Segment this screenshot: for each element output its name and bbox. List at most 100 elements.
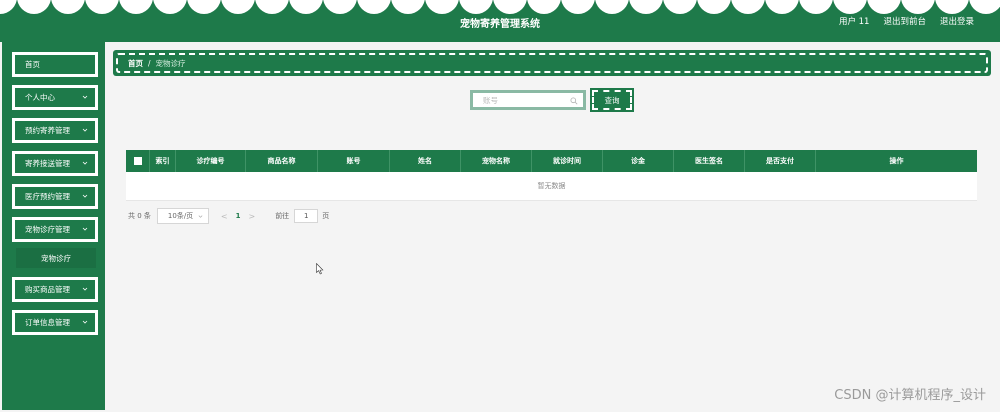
column-header: 索引 [150,150,176,172]
breadcrumb-separator: / [148,58,151,68]
chevron-down-icon [82,95,88,99]
column-header: 姓名 [390,150,461,172]
page-suffix: 页 [322,212,330,220]
sidebar-item-orders[interactable]: 订单信息管理 [12,310,98,335]
scallop-shape [85,0,119,14]
scallop-shape [0,0,17,14]
column-header: 是否支付 [745,150,816,172]
scallop-shape [765,0,799,14]
scallop-shape [833,0,867,14]
chevron-down-icon [198,215,203,218]
prev-page-button[interactable]: < [221,212,228,221]
sidebar-item-boarding-transfer[interactable]: 寄养接送管理 [12,151,98,176]
breadcrumb-current: 宠物诊疗 [155,58,186,68]
breadcrumb-inner: 首页 / 宠物诊疗 [116,53,988,73]
sidebar-item-label: 宠物诊疗管理 [25,225,70,234]
app-window: 宠物寄养管理系统 用户 11 退出到前台 退出登录 首页 个人中心 预约寄养管理… [0,0,1000,412]
scallop-shape [153,0,187,14]
column-header: 商品名称 [246,150,318,172]
scallop-shape [357,0,391,14]
page-number[interactable]: 1 [236,212,241,220]
search-box [470,90,586,110]
table-header: 索引 诊疗编号 商品名称 账号 姓名 宠物名称 就诊时间 诊金 医生签名 是否支… [126,150,977,172]
chevron-down-icon [82,287,88,291]
sidebar-item-home[interactable]: 首页 [12,52,98,77]
column-header: 诊疗编号 [176,150,246,172]
sidebar-item-label: 医疗预约管理 [25,192,70,201]
sidebar-item-medical-booking[interactable]: 医疗预约管理 [12,184,98,209]
chevron-down-icon [82,227,88,231]
sidebar-item-boarding-booking[interactable]: 预约寄养管理 [12,118,98,143]
scallop-shape [187,0,221,14]
scallop-shape [901,0,935,14]
scallop-shape [969,0,1000,14]
sidebar-item-label: 购买商品管理 [25,285,70,294]
scallop-shape [935,0,969,14]
scallop-shape [527,0,561,14]
chevron-down-icon [82,320,88,324]
column-header: 就诊时间 [532,150,603,172]
select-all-checkbox[interactable] [133,157,142,165]
chevron-down-icon [82,128,88,132]
scallop-shape [391,0,425,14]
scallop-shape [731,0,765,14]
column-header: 医生签名 [674,150,745,172]
sidebar-item-label: 寄养接送管理 [25,159,70,168]
table-empty-row: 暂无数据 [126,172,977,201]
sidebar-item-pet-treatment[interactable]: 宠物诊疗管理 [12,217,98,242]
scallop-shape [119,0,153,14]
top-header: 宠物寄养管理系统 用户 11 退出到前台 退出登录 [0,0,1000,42]
pagination-total: 共 0 条 [128,212,151,220]
sidebar-subitem-pet-treatment[interactable]: 宠物诊疗 [16,248,96,268]
page-size-value: 10条/页 [167,212,194,220]
scallop-shape [425,0,459,14]
watermark: CSDN @计算机程序_设计 [834,388,986,403]
scallop-shape [17,0,51,14]
pagination: 共 0 条 10条/页 < 1 > 前往 1 页 [128,208,329,224]
sidebar-item-label: 订单信息管理 [25,318,70,327]
search-input[interactable] [483,95,575,105]
sidebar-item-label: 首页 [25,60,40,69]
query-button[interactable]: 查询 [590,88,634,112]
user-label[interactable]: 用户 11 [839,15,870,27]
column-header: 宠物名称 [461,150,532,172]
chevron-down-icon [82,161,88,165]
empty-text: 暂无数据 [537,182,566,190]
scallop-shape [697,0,731,14]
scallop-shape [629,0,663,14]
sidebar-item-label: 个人中心 [25,93,55,102]
goto-page-input[interactable]: 1 [294,209,319,223]
sidebar-item-personal-center[interactable]: 个人中心 [12,85,98,110]
scallop-shape [459,0,493,14]
scallop-shape [323,0,357,14]
page-size-select[interactable]: 10条/页 [156,208,209,224]
back-to-front-link[interactable]: 退出到前台 [883,15,926,27]
column-header: 诊金 [603,150,674,172]
breadcrumb: 首页 / 宠物诊疗 [113,50,991,76]
scallop-shape [255,0,289,14]
scallop-shape [867,0,901,14]
logout-link[interactable]: 退出登录 [940,15,974,27]
breadcrumb-home[interactable]: 首页 [128,58,143,69]
scallop-shape [221,0,255,14]
select-all-header [126,150,150,172]
goto-label: 前往 [275,212,290,220]
search-icon [570,97,578,105]
mouse-cursor-icon [316,263,324,275]
sidebar: 首页 个人中心 预约寄养管理 寄养接送管理 医疗预约管理 宠物诊疗管理 宠物诊疗… [2,42,105,410]
scallop-shape [561,0,595,14]
header-actions: 用户 11 退出到前台 退出登录 [839,15,974,27]
column-header: 账号 [318,150,390,172]
chevron-down-icon [82,194,88,198]
next-page-button[interactable]: > [248,212,255,221]
data-table: 索引 诊疗编号 商品名称 账号 姓名 宠物名称 就诊时间 诊金 医生签名 是否支… [126,150,977,201]
sidebar-item-label: 预约寄养管理 [25,126,70,135]
scallop-shape [51,0,85,14]
scallop-shape [799,0,833,14]
column-header: 操作 [889,157,904,165]
scallop-shape [595,0,629,14]
scallop-shape [289,0,323,14]
scallop-shape [493,0,527,14]
sidebar-item-purchase[interactable]: 购买商品管理 [12,277,98,302]
scallop-shape [663,0,697,14]
